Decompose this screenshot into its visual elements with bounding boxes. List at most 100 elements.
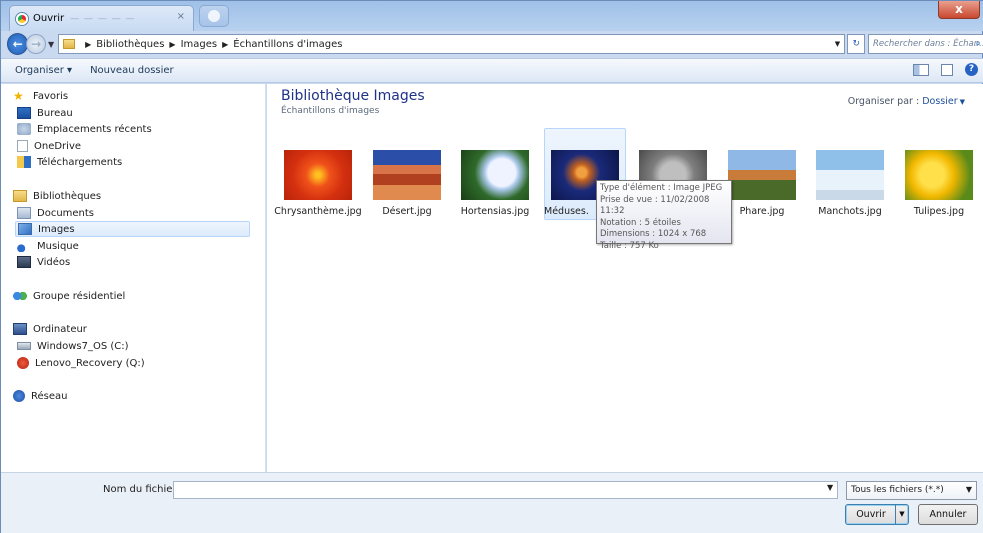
nav-label: Lenovo_Recovery (Q:) <box>35 357 145 369</box>
recent-places-icon <box>17 123 31 135</box>
filename-label: Nom du fichier : <box>103 484 184 495</box>
dialog-title: Ouvrir <box>33 13 65 24</box>
breadcrumb-separator-icon[interactable]: ▶ <box>169 40 175 49</box>
file-thumbnail-lighthouse[interactable] <box>728 150 796 200</box>
nav-item-videos[interactable]: Vidéos <box>17 254 70 270</box>
file-thumbnail-chrysanthemum[interactable] <box>284 150 352 200</box>
file-thumbnail-hydrangeas[interactable] <box>461 150 529 200</box>
file-type-value: Tous les fichiers (*.*) <box>851 485 944 495</box>
file-name[interactable]: Hortensias.jpg <box>450 205 540 218</box>
nav-label: OneDrive <box>34 140 82 152</box>
downloads-icon <box>17 156 31 168</box>
nav-label: Documents <box>37 207 95 219</box>
breadcrumb-separator-icon[interactable]: ▶ <box>222 40 228 49</box>
tab-close-icon[interactable]: × <box>177 11 185 22</box>
nav-item-drive-c[interactable]: Windows7_OS (C:) <box>17 338 129 354</box>
breadcrumb-samples[interactable]: Échantillons d'images <box>233 39 342 50</box>
homegroup-icon <box>13 290 27 302</box>
file-thumbnail-tulips[interactable] <box>905 150 973 200</box>
chevron-down-icon[interactable]: ▼ <box>966 485 972 494</box>
tooltip-type: Type d'élément : Image JPEG <box>600 183 723 193</box>
organize-menu-button[interactable]: Organiser ▾ <box>11 63 76 78</box>
preview-pane-icon[interactable] <box>941 63 953 76</box>
breadcrumb-images[interactable]: Images <box>181 39 218 50</box>
help-icon[interactable]: ? <box>965 63 978 76</box>
search-icon[interactable]: ⌕ <box>975 38 981 49</box>
filename-history-dropdown-icon[interactable]: ▼ <box>827 483 833 492</box>
nav-item-computer[interactable]: Ordinateur <box>13 321 87 337</box>
address-field[interactable]: ▶ Bibliothèques ▶ Images ▶ Échantillons … <box>58 34 846 54</box>
nav-label: Réseau <box>31 390 68 402</box>
nav-label: Favoris <box>33 90 69 102</box>
open-button-label: Ouvrir <box>856 509 886 520</box>
music-icon <box>17 240 31 252</box>
open-options-dropdown-icon[interactable]: ▼ <box>895 505 908 524</box>
nav-item-images[interactable]: Images <box>15 221 250 237</box>
desktop-icon <box>17 107 31 119</box>
nav-label: Groupe résidentiel <box>33 290 126 302</box>
folder-icon <box>63 39 76 49</box>
nav-item-homegroup[interactable]: Groupe résidentiel <box>13 288 125 304</box>
chevron-down-icon[interactable]: ▼ <box>960 98 965 106</box>
tooltip-dimensions: Dimensions : 1024 x 768 <box>600 229 707 239</box>
file-type-filter[interactable]: Tous les fichiers (*.*) ▼ <box>846 481 977 500</box>
refresh-button[interactable]: ↻ <box>847 34 866 54</box>
cancel-button[interactable]: Annuler <box>918 504 978 525</box>
recent-pages-dropdown-icon[interactable]: ▼ <box>48 40 54 49</box>
documents-icon <box>17 207 31 219</box>
library-title: Bibliothèque Images <box>281 88 425 104</box>
nav-label: Images <box>38 223 75 235</box>
new-tab-button[interactable] <box>199 5 229 27</box>
filename-input[interactable] <box>173 481 838 499</box>
images-icon <box>18 223 32 235</box>
nav-item-desktop[interactable]: Bureau <box>17 105 73 121</box>
nav-item-recent-places[interactable]: Emplacements récents <box>17 121 152 137</box>
nav-label: Musique <box>37 240 79 252</box>
file-name[interactable]: Manchots.jpg <box>805 205 895 218</box>
file-info-tooltip: Type d'élément : Image JPEG Prise de vue… <box>596 180 732 251</box>
close-button[interactable]: x <box>938 1 980 19</box>
libraries-icon <box>13 190 27 202</box>
nav-item-onedrive[interactable]: OneDrive <box>17 138 81 154</box>
file-name[interactable]: Désert.jpg <box>362 205 452 218</box>
command-bar: Organiser ▾ Nouveau dossier ? <box>1 58 983 83</box>
forward-button[interactable]: → <box>26 34 46 54</box>
network-icon <box>13 390 25 402</box>
nav-label: Emplacements récents <box>37 123 152 135</box>
open-button[interactable]: Ouvrir ▼ <box>845 504 909 525</box>
nav-label: Windows7_OS (C:) <box>37 340 129 352</box>
browser-tab[interactable]: Ouvrir — — — — — × <box>9 5 194 31</box>
arrange-by-dropdown[interactable]: Dossier <box>922 96 957 107</box>
onedrive-icon <box>17 140 28 152</box>
nav-item-downloads[interactable]: Téléchargements <box>17 154 122 170</box>
tooltip-taken: Prise de vue : 11/02/2008 11:32 <box>600 194 710 217</box>
file-name[interactable]: Tulipes.jpg <box>894 205 983 218</box>
search-input[interactable]: Rechercher dans : Échan... ⌕ <box>868 34 983 54</box>
breadcrumb-separator-icon[interactable]: ▶ <box>85 40 91 49</box>
arrange-by: Organiser par : Dossier ▼ <box>848 96 965 107</box>
file-thumbnail-penguins[interactable] <box>816 150 884 200</box>
navigation-pane: ★ Favoris Bureau Emplacements récents One… <box>1 84 266 472</box>
file-name[interactable]: Chrysanthème.jpg <box>273 205 363 218</box>
open-file-dialog: Ouvrir — — — — — × x ← → ▼ ▶ Bibliothèqu… <box>0 0 983 533</box>
drive-icon <box>17 342 31 350</box>
address-dropdown-icon[interactable]: ▼ <box>830 35 844 53</box>
nav-item-music[interactable]: Musique <box>17 238 79 254</box>
tab-ghost-text: — — — — — <box>70 13 136 24</box>
nav-item-drive-q[interactable]: Lenovo_Recovery (Q:) <box>17 355 145 371</box>
new-folder-button[interactable]: Nouveau dossier <box>86 63 178 78</box>
nav-item-network[interactable]: Réseau <box>13 388 67 404</box>
back-button[interactable]: ← <box>7 33 29 55</box>
nav-item-libraries[interactable]: Bibliothèques <box>13 188 101 204</box>
nav-item-documents[interactable]: Documents <box>17 205 94 221</box>
tooltip-rating: Notation : 5 étoiles <box>600 217 681 228</box>
breadcrumb-libraries[interactable]: Bibliothèques <box>96 39 164 50</box>
change-view-icon[interactable] <box>913 63 929 76</box>
title-bar: Ouvrir — — — — — × x <box>1 1 983 31</box>
toolbar-right-group: ? <box>913 63 978 76</box>
nav-item-favorites[interactable]: ★ Favoris <box>13 88 68 104</box>
file-thumbnail-desert[interactable] <box>373 150 441 200</box>
address-bar-row: ← → ▼ ▶ Bibliothèques ▶ Images ▶ Échanti… <box>1 31 983 57</box>
recovery-drive-icon <box>17 357 29 369</box>
chrome-icon <box>16 12 28 25</box>
